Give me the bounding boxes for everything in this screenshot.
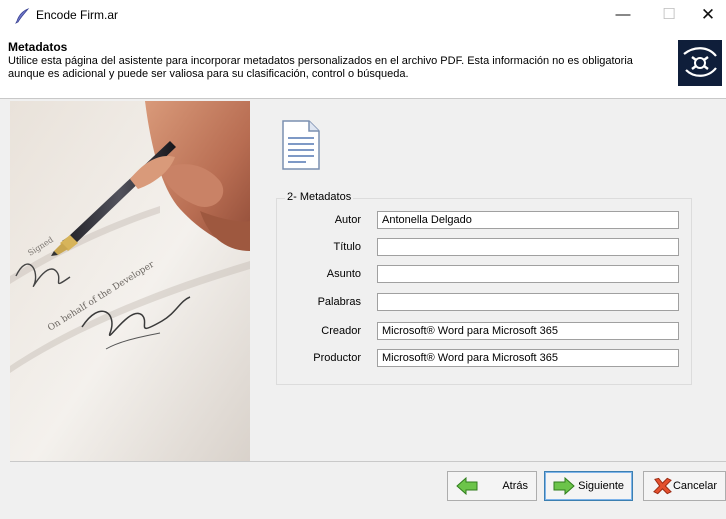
productor-label: Productor [313,352,361,364]
page-description: Utilice esta página del asistente para i… [8,55,633,80]
pen-signing-document-photo: On behalf of the Developer Signed [10,101,250,461]
footer-separator [10,461,726,462]
wizard-window: Encode Firm.ar — ☐ ✕ Metadatos Utilice e… [0,0,726,519]
metadata-group: 2- Metadatos Autor Título Asunto Palabra… [276,191,692,385]
wizard-content: 2- Metadatos Autor Título Asunto Palabra… [250,101,726,461]
arrow-right-icon [553,477,575,495]
wizard-header: Metadatos Utilice esta página del asiste… [0,30,726,99]
page-title: Metadatos [8,40,68,54]
cancel-button-label: Cancelar [672,480,717,492]
close-button[interactable]: ✕ [690,0,726,30]
next-button[interactable]: Siguiente [544,471,633,501]
titulo-input[interactable] [377,238,679,256]
palabras-input[interactable] [377,293,679,311]
next-button-label: Siguiente [578,480,624,492]
autor-label: Autor [334,214,361,226]
palabras-label: Palabras [317,296,361,308]
certificate-seal-icon [678,40,722,86]
metadata-group-legend: 2- Metadatos [285,191,354,203]
red-x-icon [653,477,672,495]
title-bar: Encode Firm.ar — ☐ ✕ [0,0,726,30]
cancel-button[interactable]: Cancelar [643,471,726,501]
titulo-label: Título [333,241,361,253]
back-button-label: Atrás [502,480,528,492]
asunto-input[interactable] [377,265,679,283]
feather-pen-icon [15,8,30,24]
autor-input[interactable] [377,211,679,229]
arrow-left-icon [456,477,478,495]
creador-label: Creador [321,325,361,337]
window-title: Encode Firm.ar [36,8,119,22]
minimize-button[interactable]: — [600,0,646,30]
signing-photo: On behalf of the Developer Signed [10,101,250,461]
maximize-button[interactable]: ☐ [646,0,692,30]
back-button[interactable]: Atrás [447,471,537,501]
document-icon [282,120,320,170]
creador-input[interactable] [377,322,679,340]
productor-input[interactable] [377,349,679,367]
asunto-label: Asunto [326,268,361,280]
